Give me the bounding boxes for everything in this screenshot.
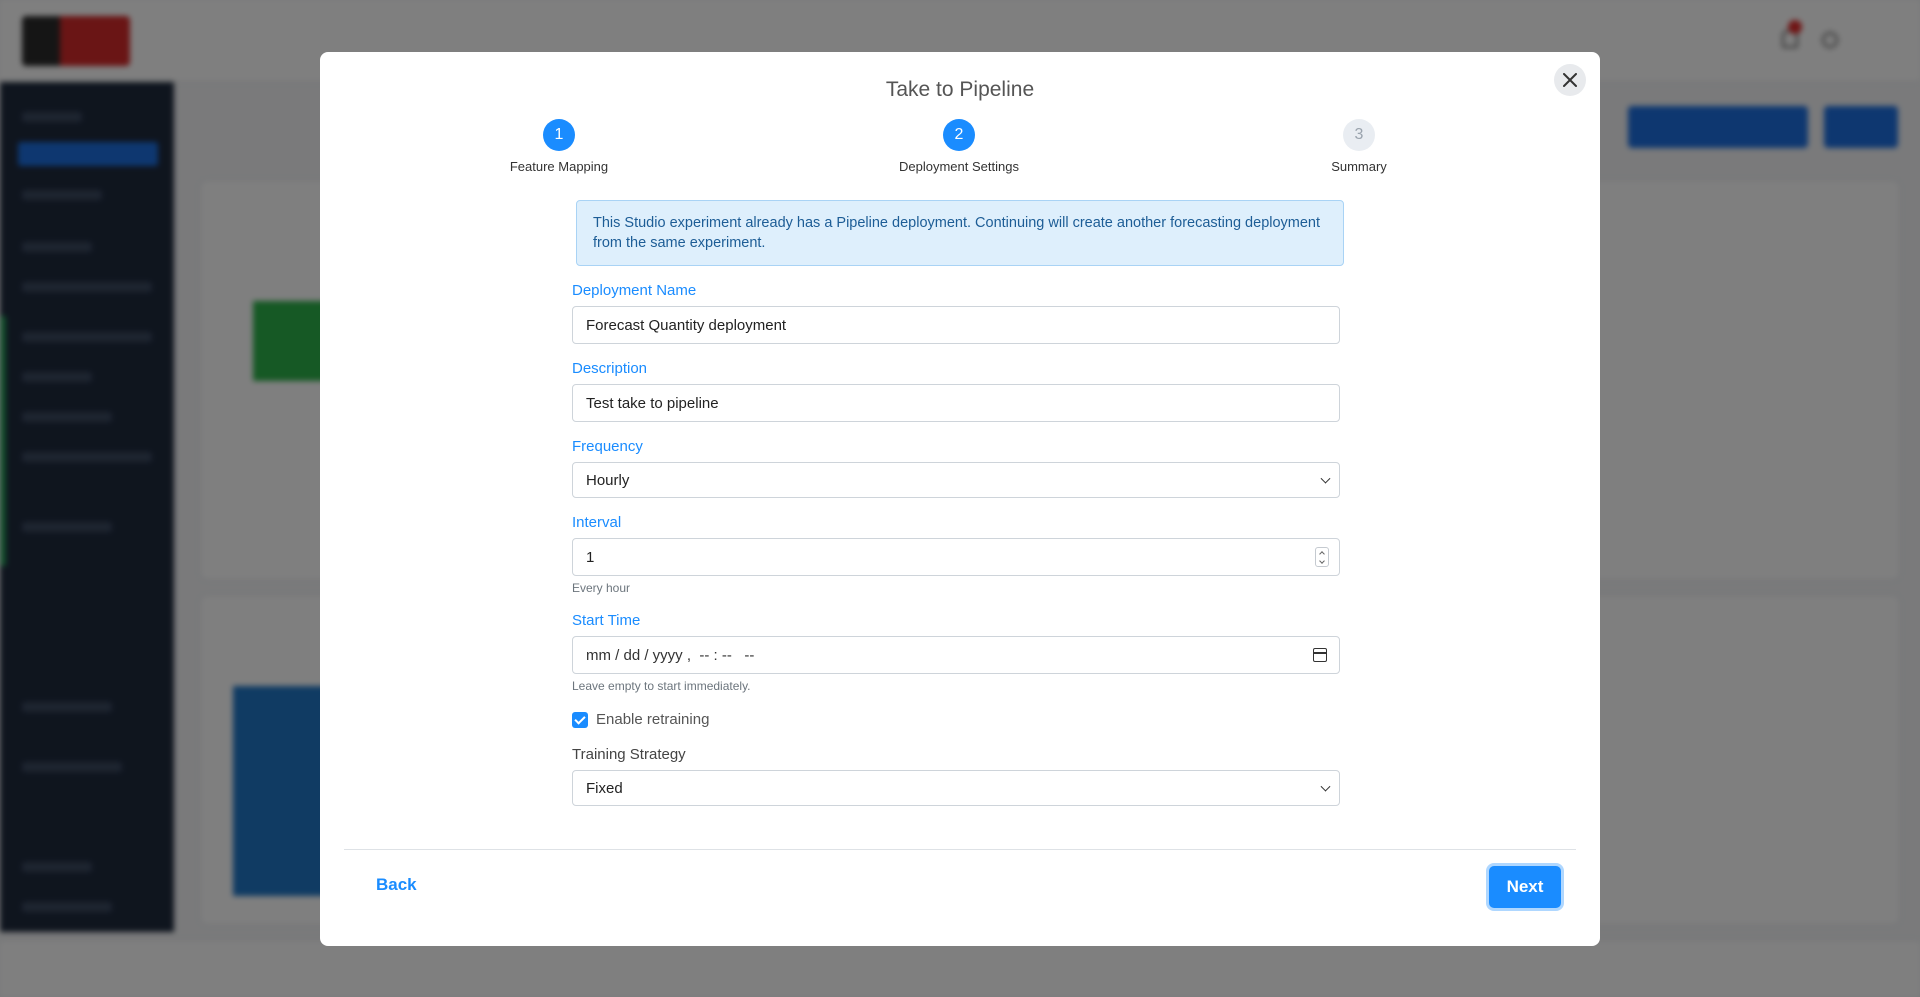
frequency-select[interactable]: Hourly: [572, 462, 1340, 498]
step-label: Deployment Settings: [899, 159, 1019, 174]
back-button[interactable]: Back: [376, 875, 417, 895]
interval-label: Interval: [572, 514, 622, 531]
step-deployment-settings: 2 Deployment Settings: [859, 119, 1059, 174]
step-number: 2: [943, 119, 975, 151]
description-input[interactable]: Test take to pipeline: [572, 384, 1340, 422]
frequency-value: Hourly: [586, 471, 630, 489]
enable-retraining-checkbox[interactable]: [572, 712, 588, 728]
next-button[interactable]: Next: [1489, 866, 1561, 908]
training-strategy-select[interactable]: Fixed: [572, 770, 1340, 806]
chevron-down-icon: [1320, 473, 1331, 484]
training-strategy-value: Fixed: [586, 779, 623, 797]
start-time-input[interactable]: mm / dd / yyyy , -- : -- --: [572, 636, 1340, 674]
info-alert: This Studio experiment already has a Pip…: [576, 200, 1344, 266]
number-spinner-icon[interactable]: [1315, 547, 1329, 567]
step-feature-mapping: 1 Feature Mapping: [459, 119, 659, 174]
deployment-name-input[interactable]: Forecast Quantity deployment: [572, 306, 1340, 344]
enable-retraining-label[interactable]: Enable retraining: [596, 711, 709, 728]
close-icon: [1563, 73, 1577, 87]
deployment-name-label: Deployment Name: [572, 282, 697, 299]
footer-divider: [344, 849, 1576, 850]
step-number: 3: [1343, 119, 1375, 151]
step-number: 1: [543, 119, 575, 151]
frequency-label: Frequency: [572, 438, 643, 455]
training-strategy-label: Training Strategy: [572, 746, 686, 763]
interval-hint: Every hour: [572, 581, 631, 595]
start-time-hint: Leave empty to start immediately.: [572, 679, 751, 693]
calendar-icon[interactable]: [1313, 648, 1327, 662]
take-to-pipeline-modal: Take to Pipeline 1 Feature Mapping 2 Dep…: [320, 52, 1600, 946]
step-label: Summary: [1331, 159, 1387, 174]
interval-input[interactable]: 1: [572, 538, 1340, 576]
interval-value: 1: [586, 548, 595, 566]
modal-title: Take to Pipeline: [885, 78, 1035, 101]
description-label: Description: [572, 360, 648, 377]
step-label: Feature Mapping: [509, 159, 609, 174]
step-summary: 3 Summary: [1259, 119, 1459, 174]
start-time-label: Start Time: [572, 612, 641, 629]
start-time-placeholder: mm / dd / yyyy , -- : -- --: [586, 646, 755, 664]
close-button[interactable]: [1554, 64, 1586, 96]
chevron-down-icon: [1320, 781, 1331, 792]
